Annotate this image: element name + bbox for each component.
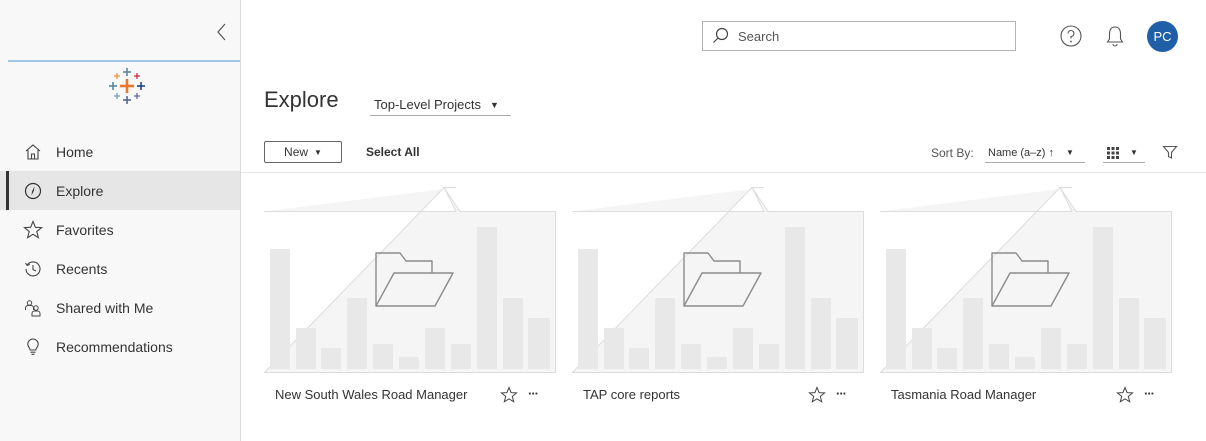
project-filter-value: Top-Level Projects — [374, 97, 481, 112]
home-icon — [22, 141, 44, 163]
help-icon — [1060, 25, 1082, 47]
grid-view-icon — [1107, 146, 1119, 159]
sort-direction-icon: ↑ — [1048, 146, 1054, 159]
top-header: PC — [241, 0, 1206, 70]
project-name[interactable]: TAP core reports — [583, 387, 680, 402]
caret-down-icon: ▼ — [314, 147, 322, 157]
star-icon — [22, 219, 44, 241]
caret-down-icon: ▼ — [489, 99, 499, 110]
more-actions-icon[interactable]: ··· — [1144, 386, 1155, 401]
new-button-label: New — [284, 145, 309, 159]
shared-icon — [22, 297, 44, 319]
filter-button[interactable] — [1162, 144, 1178, 160]
sidebar: Home Explore Favorites Recents Shared wi… — [0, 0, 241, 441]
sidebar-item-recommendations[interactable]: Recommendations — [0, 327, 240, 366]
sort-dropdown[interactable]: Name (a–z) ↑ ▼ — [985, 143, 1085, 163]
sidebar-item-label: Favorites — [56, 221, 114, 238]
caret-down-icon: ▼ — [1065, 148, 1074, 157]
sidebar-item-label: Explore — [56, 182, 104, 199]
search-input[interactable] — [738, 28, 998, 44]
sidebar-divider — [8, 60, 240, 62]
project-name[interactable]: New South Wales Road Manager — [275, 387, 467, 402]
star-icon[interactable] — [1116, 386, 1134, 404]
project-name[interactable]: Tasmania Road Manager — [891, 387, 1036, 402]
app-window: Home Explore Favorites Recents Shared wi… — [0, 0, 1206, 441]
sidebar-item-shared-with-me[interactable]: Shared with Me — [0, 288, 240, 327]
help-button[interactable] — [1059, 24, 1083, 48]
project-thumbnail — [572, 187, 864, 373]
explore-icon — [22, 180, 44, 202]
filter-icon — [1162, 145, 1178, 159]
sidebar-nav: Home Explore Favorites Recents Shared wi… — [0, 132, 240, 366]
project-thumbnail — [264, 187, 556, 373]
new-button[interactable]: New ▼ — [264, 141, 342, 163]
collapse-sidebar-button[interactable] — [212, 20, 232, 44]
recents-icon — [22, 258, 44, 280]
sidebar-item-explore[interactable]: Explore — [0, 171, 240, 210]
project-filter-dropdown[interactable]: Top-Level Projects ▼ — [370, 94, 511, 116]
sidebar-item-label: Recents — [56, 260, 108, 277]
project-thumbnail — [880, 187, 1172, 373]
sidebar-item-label: Home — [56, 143, 94, 160]
view-mode-dropdown[interactable]: ▼ — [1103, 143, 1145, 163]
select-all-button[interactable]: Select All — [366, 145, 420, 159]
toolbar-divider — [241, 172, 1206, 173]
page-title: Explore — [264, 87, 339, 112]
sidebar-item-recents[interactable]: Recents — [0, 249, 240, 288]
notifications-button[interactable] — [1103, 24, 1127, 48]
more-actions-icon[interactable]: ··· — [528, 386, 539, 401]
sidebar-item-favorites[interactable]: Favorites — [0, 210, 240, 249]
search-icon — [712, 26, 732, 46]
sidebar-item-label: Recommendations — [56, 338, 173, 355]
user-avatar[interactable]: PC — [1147, 21, 1178, 52]
chevron-left-icon — [217, 23, 226, 41]
sidebar-item-label: Shared with Me — [56, 299, 154, 316]
lightbulb-icon — [22, 336, 44, 358]
caret-down-icon: ▼ — [1130, 148, 1138, 157]
project-card[interactable]: TAP core reports ··· — [572, 187, 864, 411]
star-icon[interactable] — [500, 386, 518, 404]
project-card[interactable]: Tasmania Road Manager ··· — [880, 187, 1172, 411]
tableau-logo-icon — [109, 68, 145, 104]
bell-icon — [1106, 26, 1124, 47]
sort-value: Name (a–z) — [988, 146, 1046, 159]
star-icon[interactable] — [808, 386, 826, 404]
more-actions-icon[interactable]: ··· — [836, 386, 847, 401]
search-box[interactable] — [702, 21, 1016, 51]
sidebar-item-home[interactable]: Home — [0, 132, 240, 171]
project-card[interactable]: New South Wales Road Manager ··· — [264, 187, 556, 411]
sort-label: Sort By: — [931, 146, 974, 160]
